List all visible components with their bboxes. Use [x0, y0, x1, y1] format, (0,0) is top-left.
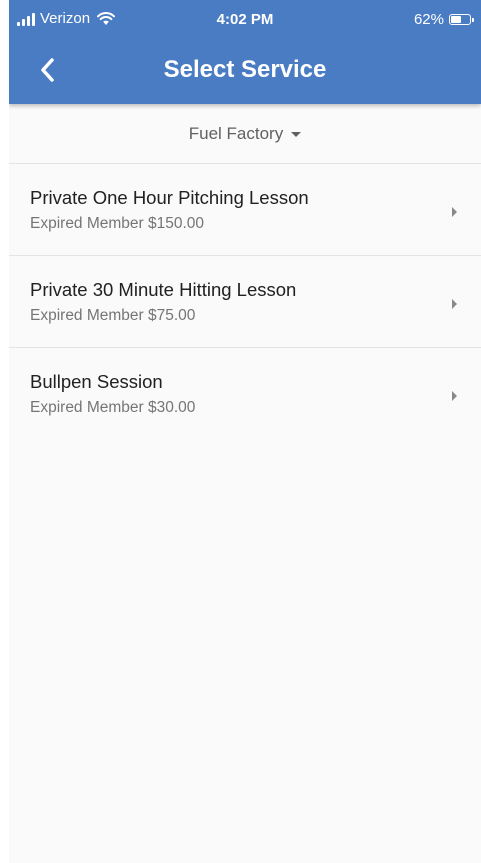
app-screen: Verizon 4:02 PM 62% Select Service Fuel … — [9, 0, 481, 863]
service-name: Bullpen Session — [30, 371, 163, 392]
chevron-right-icon — [452, 391, 457, 401]
service-price: Expired Member $150.00 — [30, 215, 205, 232]
service-price: Expired Member $75.00 — [30, 307, 196, 324]
page-title: Select Service — [163, 56, 327, 83]
service-item[interactable]: Private One Hour Pitching Lesson Expired… — [9, 164, 481, 256]
service-list: Private One Hour Pitching Lesson Expired… — [9, 164, 481, 440]
chevron-right-icon — [452, 299, 457, 309]
caret-down-icon — [291, 132, 302, 137]
battery-icon — [449, 14, 474, 25]
service-item[interactable]: Bullpen Session Expired Member $30.00 — [9, 348, 481, 440]
status-right: 62% — [413, 11, 474, 28]
location-dropdown[interactable]: Fuel Factory — [9, 104, 481, 164]
app-header: Verizon 4:02 PM 62% Select Service — [9, 0, 481, 104]
chevron-right-icon — [452, 207, 457, 217]
service-name: Private One Hour Pitching Lesson — [30, 187, 309, 208]
service-price: Expired Member $30.00 — [30, 399, 196, 416]
location-label: Fuel Factory — [188, 123, 284, 143]
battery-fill — [451, 16, 461, 23]
service-name: Private 30 Minute Hitting Lesson — [30, 279, 297, 300]
battery-percent: 62% — [413, 11, 444, 28]
service-item[interactable]: Private 30 Minute Hitting Lesson Expired… — [9, 256, 481, 348]
status-bar: Verizon 4:02 PM 62% — [9, 0, 481, 40]
status-time: 4:02 PM — [216, 11, 274, 28]
